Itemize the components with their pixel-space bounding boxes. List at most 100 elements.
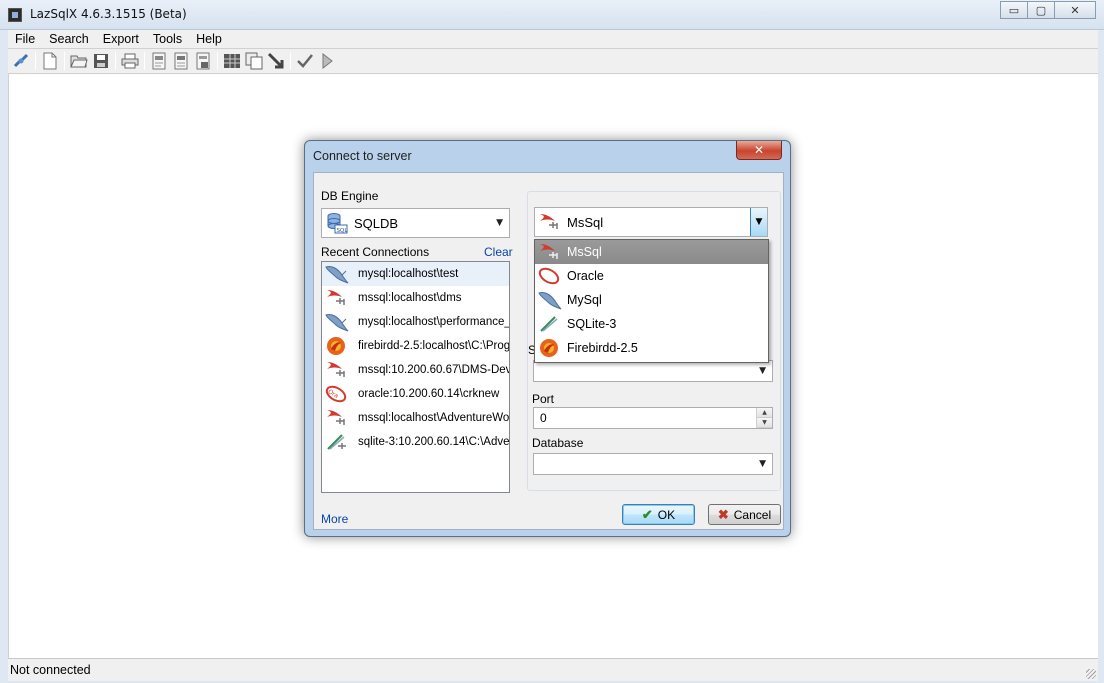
check-icon: ✔ — [641, 506, 653, 522]
server-select[interactable]: ▼ — [533, 360, 773, 382]
port-label: Port — [532, 392, 555, 406]
run-icon[interactable] — [316, 50, 338, 72]
cancel-button[interactable]: ✖ Cancel — [708, 504, 781, 525]
provider-option-label: Firebirdd-2.5 — [567, 341, 638, 355]
chevron-down-icon[interactable]: ▼ — [750, 208, 767, 236]
mssql-icon — [327, 362, 345, 377]
provider-value: MsSql — [567, 214, 604, 230]
close-icon: ✕ — [1070, 3, 1080, 17]
chevron-down-icon: ▼ — [496, 218, 503, 228]
menu-help[interactable]: Help — [189, 30, 229, 48]
more-link[interactable]: More — [321, 512, 348, 526]
mssql-icon — [540, 214, 558, 229]
db-engine-label: DB Engine — [321, 189, 379, 203]
ok-button[interactable]: ✔ OK — [622, 504, 695, 525]
chevron-down-icon: ▼ — [759, 366, 766, 376]
export-icon[interactable] — [265, 50, 287, 72]
connect-icon[interactable] — [10, 50, 32, 72]
minimize-button[interactable]: ▭ — [1000, 1, 1028, 19]
provider-option-label: MySql — [567, 293, 602, 307]
provider-option[interactable]: Oracle — [535, 264, 768, 288]
menu-search[interactable]: Search — [42, 30, 96, 48]
connect-dialog: Connect to server ✕ DB Engine SQL SQLDB … — [304, 140, 791, 537]
chevron-up-icon[interactable]: ▲ — [757, 408, 772, 418]
port-stepper[interactable]: ▲ ▼ — [756, 408, 772, 428]
recent-connection-label: mysql:localhost\performance_s — [358, 316, 510, 328]
provider-option[interactable]: MySql — [535, 288, 768, 312]
recent-connection-label: sqlite-3:10.200.60.14\C:\Adve — [358, 436, 510, 448]
script-alt-icon[interactable] — [170, 50, 192, 72]
grid-icon[interactable] — [221, 50, 243, 72]
database-select[interactable]: ▼ — [533, 453, 773, 475]
print-icon[interactable] — [119, 50, 141, 72]
copy-icon[interactable] — [243, 50, 265, 72]
oracle-icon: Ora — [325, 385, 347, 403]
open-folder-icon[interactable] — [68, 50, 90, 72]
provider-option-label: MsSql — [567, 245, 602, 259]
sqlite-icon — [327, 434, 346, 450]
list-item[interactable]: firebirdd-2.5:localhost\C:\Progr — [322, 334, 509, 358]
port-spinner[interactable]: 0 ▲ ▼ — [533, 407, 773, 429]
provider-option-label: Oracle — [567, 269, 604, 283]
clear-link[interactable]: Clear — [484, 245, 513, 259]
mysql-icon — [538, 292, 562, 310]
list-item[interactable]: mysql:localhost\performance_s — [322, 310, 509, 334]
list-item[interactable]: mssql:localhost\AdventureWork — [322, 406, 509, 430]
database-label: Database — [532, 436, 584, 450]
recent-connections-list: mysql:localhost\test mssql:localhost\dms… — [321, 261, 510, 493]
list-item[interactable]: mysql:localhost\test — [322, 262, 509, 286]
toolbar-separator — [144, 52, 145, 70]
cross-icon: ✖ — [717, 506, 729, 522]
provider-select[interactable]: MsSql ▼ — [534, 207, 768, 237]
chevron-down-icon: ▼ — [759, 459, 766, 469]
maximize-button[interactable]: ▢ — [1027, 1, 1055, 19]
provider-option[interactable]: SQLite-3 — [535, 312, 768, 336]
script-js-icon[interactable] — [192, 50, 214, 72]
dialog-body: DB Engine SQL SQLDB ▼ Recent Connections… — [313, 172, 784, 530]
menu-bar: File Search Export Tools Help — [8, 30, 1098, 49]
new-file-icon[interactable] — [39, 50, 61, 72]
window-controls: ▭ ▢ ✕ — [1000, 1, 1096, 19]
menu-file[interactable]: File — [8, 30, 42, 48]
svg-text:SQL: SQL — [337, 228, 349, 234]
minimize-icon: ▭ — [1008, 3, 1020, 17]
toolbar-separator — [35, 52, 36, 70]
list-item[interactable]: mssql:localhost\dms — [322, 286, 509, 310]
provider-option[interactable]: MsSql — [535, 240, 768, 264]
firebird-icon — [327, 337, 345, 355]
oracle-icon — [538, 267, 560, 285]
resize-grip-icon[interactable] — [1086, 669, 1096, 679]
list-item[interactable]: mssql:10.200.60.67\DMS-Dev — [322, 358, 509, 382]
cancel-label: Cancel — [733, 507, 772, 522]
menu-tools[interactable]: Tools — [146, 30, 189, 48]
list-item[interactable]: sqlite-3:10.200.60.14\C:\Adve — [322, 430, 509, 454]
menu-export[interactable]: Export — [96, 30, 146, 48]
dialog-close-button[interactable]: ✕ — [736, 141, 782, 160]
recent-connection-label: mssql:localhost\dms — [358, 292, 462, 304]
app-icon — [8, 8, 22, 22]
provider-dropdown: MsSql Oracle MySql SQLite-3 Firebirdd-2.… — [534, 239, 769, 363]
check-icon[interactable] — [294, 50, 316, 72]
firebird-icon — [540, 339, 558, 357]
provider-option[interactable]: Firebirdd-2.5 — [535, 336, 768, 360]
toolbar-separator — [217, 52, 218, 70]
toolbar-separator — [290, 52, 291, 70]
mssql-icon — [327, 410, 345, 425]
save-icon[interactable] — [90, 50, 112, 72]
sqldb-icon: SQL — [327, 213, 349, 234]
close-button[interactable]: ✕ — [1054, 1, 1096, 19]
script-icon[interactable] — [148, 50, 170, 72]
recent-connection-label: mysql:localhost\test — [358, 268, 459, 280]
window-title: LazSqlX 4.6.3.1515 (Beta) — [30, 7, 187, 21]
db-engine-select[interactable]: SQL SQLDB ▼ — [321, 208, 510, 238]
mssql-icon — [327, 290, 345, 305]
toolbar-separator — [115, 52, 116, 70]
toolbar-separator — [64, 52, 65, 70]
recent-connection-label: oracle:10.200.60.14\crknew — [358, 388, 500, 400]
mssql-icon — [540, 244, 558, 259]
status-text: Not connected — [10, 663, 91, 677]
chevron-down-icon[interactable]: ▼ — [757, 418, 772, 428]
recent-connection-label: firebirdd-2.5:localhost\C:\Progr — [358, 340, 510, 352]
mysql-icon — [325, 266, 349, 284]
list-item[interactable]: Ora oracle:10.200.60.14\crknew — [322, 382, 509, 406]
